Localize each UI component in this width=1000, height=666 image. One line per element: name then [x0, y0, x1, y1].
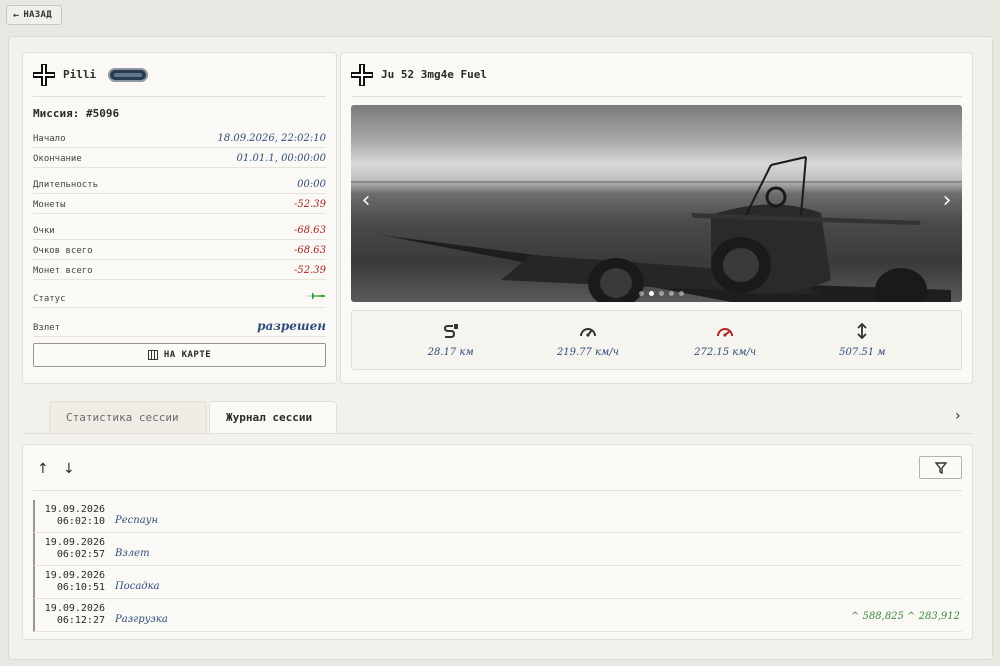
iron-cross-icon	[351, 63, 373, 86]
pilot-name: Pilli	[63, 68, 97, 81]
log-timestamp: 19.09.2026 06:02:10	[44, 504, 105, 527]
back-button[interactable]: ← НАЗАД	[6, 5, 62, 25]
arrow-left-icon: ←	[13, 9, 20, 21]
carousel-dot-active[interactable]	[649, 291, 654, 296]
log-list: 19.09.2026 06:02:10 Респаун 19.09.2026 0…	[33, 500, 962, 632]
info-row-takeoff: Взлет разрешен	[33, 314, 326, 337]
log-entry: 19.09.2026 06:12:27 Разгрузка ^ 588,825 …	[33, 599, 962, 632]
info-row-points: Очки -68.63	[33, 220, 326, 240]
info-label: Начало	[33, 134, 66, 144]
aircraft-photo-carousel: ‹ ›	[351, 105, 962, 302]
info-value: 18.09.2026, 22:02:10	[217, 133, 326, 144]
info-row-points-total: Очков всего -68.63	[33, 240, 326, 260]
info-value: -68.63	[293, 225, 326, 236]
filter-button[interactable]	[919, 456, 962, 479]
stat-avg-speed: 219.77 км/ч	[533, 323, 643, 358]
info-row-coins-total: Монет всего -52.39	[33, 260, 326, 280]
speedometer-icon	[579, 323, 597, 339]
log-event: Посадка	[115, 580, 160, 592]
sort-descending-icon[interactable]: ↓	[63, 461, 75, 477]
stat-distance: 28.17 км	[396, 323, 506, 358]
max-speed-icon	[716, 323, 734, 339]
stat-value: 219.77 км/ч	[556, 346, 619, 358]
info-row-end: Окончание 01.01.1, 00:00:00	[33, 148, 326, 168]
pilot-card: Pilli Миссия: #5096 Начало 18.09.2026, 2…	[22, 52, 337, 384]
log-timestamp: 19.09.2026 06:02:57	[44, 537, 105, 560]
info-value: -68.63	[293, 245, 326, 256]
chevron-right-icon[interactable]: ›	[955, 408, 961, 424]
info-label: Статус	[33, 294, 66, 304]
info-value: -52.39	[293, 199, 326, 210]
log-entry: 19.09.2026 06:10:51 Посадка	[33, 566, 962, 599]
carousel-next-button[interactable]: ›	[936, 185, 958, 215]
stat-value: 28.17 км	[427, 346, 474, 358]
tab-label: Журнал сессии	[226, 411, 313, 424]
carousel-dots	[639, 291, 684, 296]
log-event: Разгрузка	[115, 613, 168, 625]
info-label: Окончание	[33, 154, 82, 164]
log-entry: 19.09.2026 06:02:57 Взлет	[33, 533, 962, 566]
info-value: -52.39	[293, 265, 326, 276]
aircraft-card: Ju 52 3mg4e Fuel ‹ › 28.17 км 219.77 км/…	[340, 52, 973, 384]
stat-value: 507.51 м	[839, 346, 886, 358]
info-value: 00:00	[297, 179, 326, 190]
show-on-map-button[interactable]: НА КАРТЕ	[33, 343, 326, 367]
carousel-dot[interactable]	[639, 291, 644, 296]
stat-value: 272.15 км/ч	[694, 346, 757, 358]
log-event: Взлет	[115, 547, 150, 559]
distance-icon	[443, 323, 459, 339]
info-label: Очков всего	[33, 246, 93, 256]
map-button-label: НА КАРТЕ	[163, 350, 212, 360]
info-row-status: Статус	[33, 286, 326, 308]
info-value: разрешен	[257, 319, 326, 333]
altitude-icon	[857, 322, 868, 339]
stat-max-speed: 272.15 км/ч	[670, 323, 780, 358]
tabs-divider	[22, 433, 973, 434]
tab-label: Статистика сессии	[66, 411, 179, 424]
iron-cross-icon	[33, 63, 55, 86]
mission-id: Миссия: #5096	[33, 107, 120, 120]
carousel-dot[interactable]	[669, 291, 674, 296]
rank-badge-icon	[108, 67, 149, 82]
back-label: НАЗАД	[23, 10, 52, 20]
log-timestamp: 19.09.2026 06:12:27	[44, 603, 105, 626]
info-label: Монет всего	[33, 266, 93, 276]
map-icon	[147, 350, 158, 360]
aircraft-name: Ju 52 3mg4e Fuel	[381, 68, 487, 81]
session-log-card: ↑ ↓ 19.09.2026 06:02:10 Респаун 19.09.20…	[22, 444, 973, 640]
sort-ascending-icon[interactable]: ↑	[37, 461, 49, 477]
aircraft-image	[381, 156, 951, 302]
info-label: Монеты	[33, 200, 66, 210]
info-label: Очки	[33, 226, 55, 236]
stat-altitude: 507.51 м	[807, 322, 917, 358]
info-row-duration: Длительность 00:00	[33, 174, 326, 194]
carousel-prev-button[interactable]: ‹	[355, 185, 377, 215]
airplane-status-icon	[304, 291, 326, 302]
tab-session-stats[interactable]: Статистика сессии	[49, 401, 207, 433]
carousel-dot[interactable]	[659, 291, 664, 296]
log-entry: 19.09.2026 06:02:10 Респаун	[33, 500, 962, 533]
info-row-coins: Монеты -52.39	[33, 194, 326, 214]
aircraft-header: Ju 52 3mg4e Fuel	[351, 53, 962, 97]
info-label: Взлет	[33, 323, 61, 333]
info-label: Длительность	[33, 180, 99, 190]
log-event: Респаун	[115, 514, 159, 526]
carousel-dot[interactable]	[679, 291, 684, 296]
flight-stats: 28.17 км 219.77 км/ч 272.15 км/ч 507.51 …	[351, 310, 962, 370]
tab-session-log[interactable]: Журнал сессии	[209, 401, 337, 433]
info-value: 01.01.1, 00:00:00	[236, 153, 326, 164]
pilot-header: Pilli	[33, 53, 326, 97]
log-extra: ^ 588,825 ^ 283,912	[851, 611, 960, 622]
filter-icon	[934, 461, 947, 474]
info-row-start: Начало 18.09.2026, 22:02:10	[33, 128, 326, 148]
log-timestamp: 19.09.2026 06:10:51	[44, 570, 105, 593]
